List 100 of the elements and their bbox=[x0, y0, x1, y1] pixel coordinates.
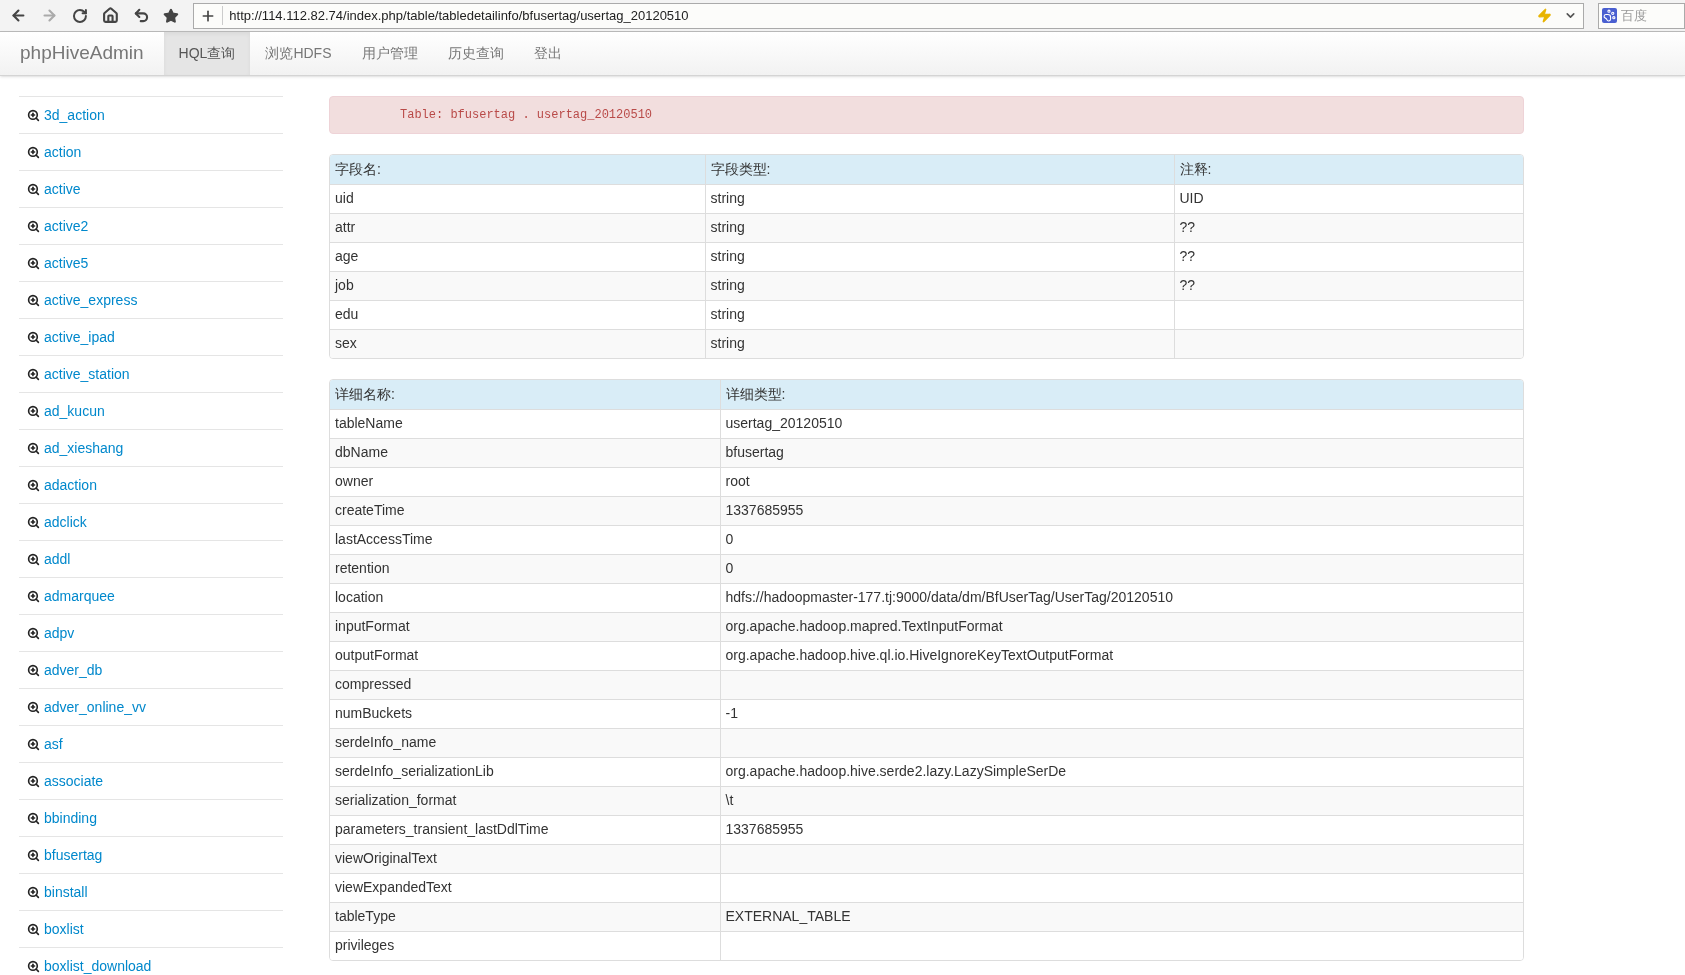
table-cell: compressed bbox=[330, 670, 720, 699]
column-header: 字段名: bbox=[330, 155, 705, 184]
nav-tab[interactable]: 用户管理 bbox=[346, 32, 433, 75]
table-cell: 0 bbox=[720, 525, 1523, 554]
home-icon[interactable] bbox=[101, 7, 119, 24]
table-cell: -1 bbox=[720, 699, 1523, 728]
table-cell: uid bbox=[330, 184, 705, 213]
back-icon[interactable] bbox=[10, 7, 27, 24]
table-link[interactable]: binstall bbox=[19, 873, 283, 910]
table-cell: \t bbox=[720, 786, 1523, 815]
zoom-in-icon bbox=[27, 330, 40, 344]
zoom-in-icon bbox=[27, 367, 40, 381]
table-cell: org.apache.hadoop.hive.serde2.lazy.LazySimpleSerDe bbox=[720, 757, 1523, 786]
table-cell: viewExpandedText bbox=[330, 873, 720, 902]
table-cell: retention bbox=[330, 554, 720, 583]
table-cell: serialization_format bbox=[330, 786, 720, 815]
zoom-in-icon bbox=[27, 663, 40, 677]
table-link[interactable]: active2 bbox=[19, 207, 283, 244]
table-link[interactable]: active_express bbox=[19, 281, 283, 318]
zoom-in-icon bbox=[27, 552, 40, 566]
table-link[interactable]: adver_online_vv bbox=[19, 688, 283, 725]
table-cell: age bbox=[330, 242, 705, 271]
table-cell: privileges bbox=[330, 931, 720, 960]
refresh-icon[interactable] bbox=[71, 7, 88, 24]
table-link[interactable]: bbinding bbox=[19, 799, 283, 836]
nav-tab[interactable]: HQL查询 bbox=[163, 32, 251, 75]
table-cell: bfusertag bbox=[720, 438, 1523, 467]
search-field[interactable]: 百度 bbox=[1598, 2, 1685, 29]
table-cell: serdeInfo_serializationLib bbox=[330, 757, 720, 786]
table-link[interactable]: boxlist_download bbox=[19, 947, 283, 975]
table-cell: string bbox=[705, 329, 1174, 358]
table-link[interactable]: 3d_action bbox=[19, 96, 283, 133]
zoom-in-icon bbox=[27, 145, 40, 159]
table-cell: serdeInfo_name bbox=[330, 728, 720, 757]
table-link[interactable]: action bbox=[19, 133, 283, 170]
table-cell: parameters_transient_lastDdlTime bbox=[330, 815, 720, 844]
table-cell: tableName bbox=[330, 409, 720, 438]
column-header: 字段类型: bbox=[705, 155, 1174, 184]
table-cell: string bbox=[705, 242, 1174, 271]
table-link[interactable]: ad_kucun bbox=[19, 392, 283, 429]
zoom-in-icon bbox=[27, 626, 40, 640]
table-cell: dbName bbox=[330, 438, 720, 467]
table-cell: usertag_20120510 bbox=[720, 409, 1523, 438]
table-link[interactable]: bfusertag bbox=[19, 836, 283, 873]
zoom-in-icon bbox=[27, 293, 40, 307]
table-cell: location bbox=[330, 583, 720, 612]
table-cell: 1337685955 bbox=[720, 815, 1523, 844]
table-link[interactable]: associate bbox=[19, 762, 283, 799]
table-link[interactable]: admarquee bbox=[19, 577, 283, 614]
table-link[interactable]: active_ipad bbox=[19, 318, 283, 355]
table-link[interactable]: adver_db bbox=[19, 651, 283, 688]
alert-text: Table: bfusertag . usertag_20120510 bbox=[400, 107, 653, 124]
zoom-in-icon bbox=[27, 774, 40, 788]
nav-tab[interactable]: 历史查询 bbox=[432, 32, 519, 75]
search-input[interactable]: 百度 bbox=[1621, 5, 1681, 26]
table-cell: createTime bbox=[330, 496, 720, 525]
table-link[interactable]: ad_xieshang bbox=[19, 429, 283, 466]
bookmark-star-icon[interactable] bbox=[163, 7, 180, 24]
table-cell: org.apache.hadoop.hive.ql.io.HiveIgnoreKeyTextOutputFormat bbox=[720, 641, 1523, 670]
table-cell: lastAccessTime bbox=[330, 525, 720, 554]
nav-tab[interactable]: 登出 bbox=[518, 32, 577, 75]
table-cell: attr bbox=[330, 213, 705, 242]
table-link[interactable]: adpv bbox=[19, 614, 283, 651]
table-cell: hdfs://hadoopmaster-177.tj:9000/data/dm/BfUserTag/UserTag/20120510 bbox=[720, 583, 1523, 612]
table-link[interactable]: active5 bbox=[19, 244, 283, 281]
zoom-in-icon bbox=[27, 811, 40, 825]
table-cell: root bbox=[720, 467, 1523, 496]
zoom-in-icon bbox=[27, 108, 40, 122]
table-link[interactable]: boxlist bbox=[19, 910, 283, 947]
table-cell: ?? bbox=[1174, 271, 1523, 300]
zoom-in-icon bbox=[27, 182, 40, 196]
zoom-in-icon bbox=[27, 219, 40, 233]
table-link[interactable]: addl bbox=[19, 540, 283, 577]
table-link[interactable]: adaction bbox=[19, 466, 283, 503]
zoom-in-icon bbox=[27, 922, 40, 936]
zoom-in-icon bbox=[27, 441, 40, 455]
table-cell: string bbox=[705, 300, 1174, 329]
column-header: 详细类型: bbox=[720, 380, 1523, 409]
table-cell: 1337685955 bbox=[720, 496, 1523, 525]
address-bar[interactable]: http://114.112.82.74/index.php/table/tabledetailinfo/bfusertag/usertag_20120510 bbox=[193, 2, 1584, 29]
brand-title[interactable]: phpHiveAdmin bbox=[20, 39, 144, 68]
paw-icon[interactable] bbox=[1602, 8, 1617, 23]
table-cell: ?? bbox=[1174, 213, 1523, 242]
table-link[interactable]: adclick bbox=[19, 503, 283, 540]
table-link[interactable]: active bbox=[19, 170, 283, 207]
table-cell: outputFormat bbox=[330, 641, 720, 670]
zoom-in-icon bbox=[27, 515, 40, 529]
zoom-in-icon bbox=[27, 256, 40, 270]
table-cell: string bbox=[705, 184, 1174, 213]
zoom-in-icon bbox=[27, 959, 40, 973]
table-cell: viewOriginalText bbox=[330, 844, 720, 873]
zoom-in-icon bbox=[27, 404, 40, 418]
table-link[interactable]: active_station bbox=[19, 355, 283, 392]
table-link[interactable]: asf bbox=[19, 725, 283, 762]
undo-icon[interactable] bbox=[132, 7, 150, 24]
table-cell: owner bbox=[330, 467, 720, 496]
zoom-in-icon bbox=[27, 700, 40, 714]
table-cell: job bbox=[330, 271, 705, 300]
nav-tab[interactable]: 浏览HDFS bbox=[250, 32, 347, 75]
zoom-in-icon bbox=[27, 848, 40, 862]
